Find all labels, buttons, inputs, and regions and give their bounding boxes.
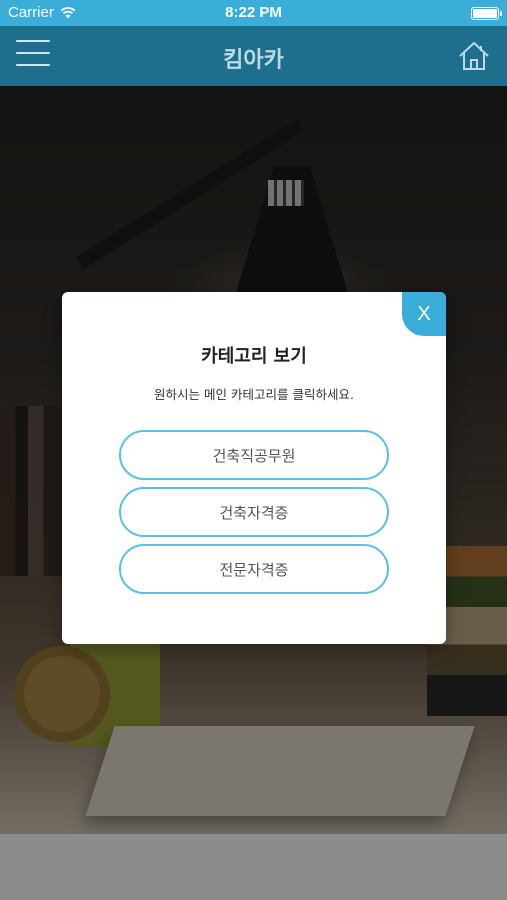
category-dialog: X 카테고리 보기 원하시는 메인 카테고리를 클릭하세요. 건축직공무원 건축… <box>62 292 446 644</box>
navigation-bar: 킴아카 <box>0 26 507 86</box>
status-time: 8:22 PM <box>225 4 282 21</box>
dialog-title: 카테고리 보기 <box>201 346 307 367</box>
category-button-professional-certificate[interactable]: 전문자격증 <box>119 544 389 594</box>
app-title: 킴아카 <box>223 48 284 73</box>
category-button-architecture-certificate[interactable]: 건축자격증 <box>119 487 389 537</box>
close-button[interactable]: X <box>402 292 446 336</box>
category-button-architecture-civil-servant[interactable]: 건축직공무원 <box>119 430 389 480</box>
dialog-subtitle: 원하시는 메인 카테고리를 클릭하세요. <box>154 387 354 402</box>
footer-area <box>0 834 507 900</box>
status-bar: Carrier 8:22 PM <box>0 0 507 26</box>
battery-icon <box>471 7 502 20</box>
home-icon[interactable] <box>457 40 491 72</box>
category-list: 건축직공무원 건축자격증 전문자격증 <box>119 430 389 601</box>
